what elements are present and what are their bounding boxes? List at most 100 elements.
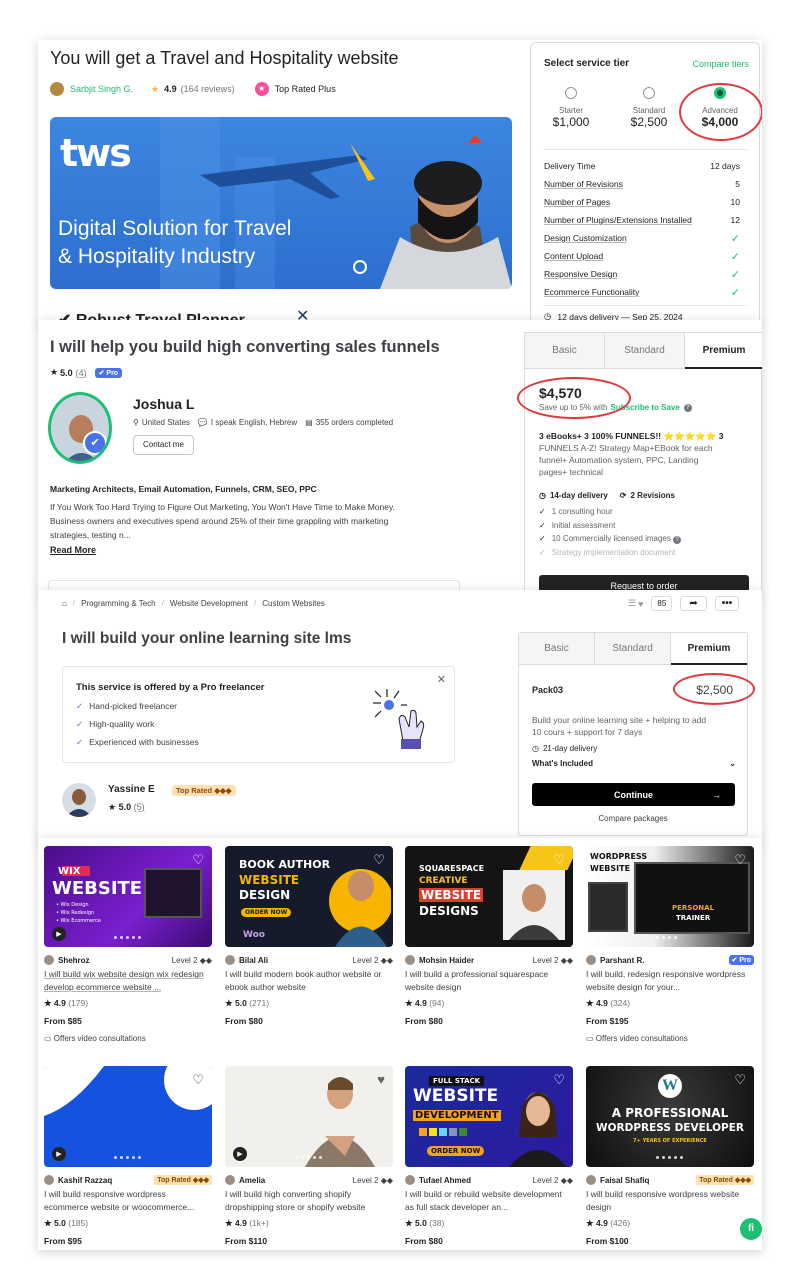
seller-name[interactable]: Sarbjit Singh G. xyxy=(70,84,133,94)
feature-row[interactable]: Responsive Design ✓ xyxy=(544,265,740,283)
gig-card[interactable]: ▶ ♥ Amelia Level 2 ◆◆ I will build high c… xyxy=(225,1066,393,1250)
heart-icon[interactable]: ♡ xyxy=(734,1072,746,1088)
gig-thumbnail[interactable]: WIX WEBSITE • Wix Design • Wix Redesign … xyxy=(44,846,212,947)
play-icon[interactable]: ▶ xyxy=(52,1147,66,1161)
seller-name[interactable]: Parshant R. xyxy=(600,956,644,965)
gig-thumbnail[interactable]: ▶ ♡ xyxy=(44,1066,212,1167)
gig-card[interactable]: WORDPRESS WEBSITE PERSONAL TRAINER ♡ Par… xyxy=(586,846,754,1056)
compare-tiers-link[interactable]: Compare tiers xyxy=(692,59,749,69)
gig-thumbnail[interactable]: FULL STACK WEBSITE DEVELOPMENT ORDER NOW… xyxy=(405,1066,573,1167)
share-button[interactable]: ➦ xyxy=(680,596,707,611)
seller-name[interactable]: Shehroz xyxy=(58,956,90,965)
info-icon[interactable]: ? xyxy=(683,403,692,412)
avatar[interactable] xyxy=(405,955,415,965)
gig-panel-travel: You will get a Travel and Hospitality we… xyxy=(38,40,762,325)
tab-basic[interactable]: Basic xyxy=(525,333,605,369)
heart-icon[interactable]: ♡ xyxy=(373,852,385,868)
reviews-count[interactable]: (164 reviews) xyxy=(181,84,235,94)
gig-title[interactable]: I will build a professional squarespace … xyxy=(405,968,573,994)
gig-title[interactable]: I will build or rebuild website developm… xyxy=(405,1188,573,1214)
feature-row[interactable]: Ecommerce Functionality ✓ xyxy=(544,283,740,301)
seller-name[interactable]: Mohsin Haider xyxy=(419,956,474,965)
gig-card[interactable]: SQUARESPACE CREATIVE WEBSITE DESIGNS ♡ M… xyxy=(405,846,573,1056)
avatar[interactable]: ✔ xyxy=(48,392,112,464)
gig-thumbnail[interactable]: SQUARESPACE CREATIVE WEBSITE DESIGNS ♡ xyxy=(405,846,573,947)
read-more-link[interactable]: Read More xyxy=(50,545,96,555)
continue-button[interactable]: Continue → xyxy=(532,783,735,806)
gig-thumbnail[interactable]: ▶ ♥ xyxy=(225,1066,393,1167)
gig-price: From $80 xyxy=(225,1016,263,1026)
play-icon[interactable]: ▶ xyxy=(52,927,66,941)
heart-icon[interactable]: ♡ xyxy=(553,852,565,868)
thumb-text: DEVELOPMENT xyxy=(413,1110,501,1121)
list-icon[interactable]: ☰ xyxy=(628,598,636,609)
tier-standard[interactable]: Standard $2,500 xyxy=(619,87,679,129)
heart-icon[interactable]: ♥ xyxy=(377,1072,385,1087)
gig-banner[interactable]: tws Digital Solution for Travel & Hospit… xyxy=(50,117,512,289)
fiverr-chat-button[interactable]: fi xyxy=(740,1218,762,1240)
more-button[interactable]: ••• xyxy=(714,596,740,611)
contact-button[interactable]: Contact me xyxy=(133,435,194,455)
avatar[interactable] xyxy=(405,1175,415,1185)
seller-name[interactable]: Yassine E xyxy=(108,784,155,795)
tab-standard[interactable]: Standard xyxy=(605,333,685,369)
feature-row[interactable]: Number of Revisions 5 xyxy=(544,175,740,193)
avatar[interactable] xyxy=(586,1175,596,1185)
pro-hand-illustration xyxy=(373,689,425,749)
tier-box-title: Select service tier xyxy=(544,58,630,69)
gig-card[interactable]: FULL STACK WEBSITE DEVELOPMENT ORDER NOW… xyxy=(405,1066,573,1250)
play-icon[interactable]: ▶ xyxy=(233,1147,247,1161)
heart-icon[interactable]: ♡ xyxy=(734,852,746,868)
close-icon[interactable]: ✕ xyxy=(437,673,446,686)
whats-included-toggle[interactable]: What's Included ⌄ xyxy=(532,759,736,768)
avatar[interactable] xyxy=(62,783,96,817)
avatar[interactable] xyxy=(44,955,54,965)
feature-row[interactable]: Number of Pages 10 xyxy=(544,193,740,211)
radio-button[interactable] xyxy=(643,87,655,99)
rating-count[interactable]: (4) xyxy=(76,368,87,378)
gig-card[interactable]: WIX WEBSITE • Wix Design • Wix Redesign … xyxy=(44,846,212,1056)
heart-icon[interactable]: ♡ xyxy=(192,1072,204,1088)
seller-name[interactable]: Bilal Ali xyxy=(239,956,268,965)
gig-title[interactable]: I will build high converting shopify dro… xyxy=(225,1188,393,1214)
gig-title[interactable]: I will build modern book author website … xyxy=(225,968,393,994)
heart-icon[interactable]: ♥ xyxy=(638,599,643,609)
gig-thumbnail[interactable]: W A PROFESSIONAL WORDPRESS DEVELOPER 7+ … xyxy=(586,1066,754,1167)
gig-title[interactable]: I will build wix website design wix rede… xyxy=(44,968,212,994)
gig-card[interactable]: W A PROFESSIONAL WORDPRESS DEVELOPER 7+ … xyxy=(586,1066,754,1250)
gig-thumbnail[interactable]: BOOK AUTHOR WEBSITE DESIGN ORDER NOW Woo… xyxy=(225,846,393,947)
gig-title[interactable]: I will build responsive wordpress websit… xyxy=(586,1188,754,1214)
seller-name[interactable]: Kashif Razzaq xyxy=(58,1176,112,1185)
compare-packages-link[interactable]: Compare packages xyxy=(519,814,747,823)
breadcrumb-item[interactable]: Programming & Tech xyxy=(81,599,156,608)
breadcrumb-item[interactable]: Custom Websites xyxy=(262,599,325,608)
avatar[interactable] xyxy=(225,1175,235,1185)
gig-thumbnail[interactable]: WORDPRESS WEBSITE PERSONAL TRAINER ♡ xyxy=(586,846,754,947)
home-icon[interactable]: ⌂ xyxy=(62,599,67,608)
gig-title[interactable]: I will build, redesign responsive wordpr… xyxy=(586,968,754,994)
feature-row[interactable]: Design Customization ✓ xyxy=(544,229,740,247)
breadcrumb-item[interactable]: Website Development xyxy=(170,599,248,608)
heart-icon[interactable]: ♡ xyxy=(192,852,204,868)
tab-premium[interactable]: Premium xyxy=(671,633,747,665)
tab-basic[interactable]: Basic xyxy=(519,633,595,665)
heart-icon[interactable]: ♡ xyxy=(553,1072,565,1088)
tier-starter[interactable]: Starter $1,000 xyxy=(541,87,601,129)
gig-card[interactable]: ▶ ♡ Kashif Razzaq Top Rated ◆◆◆ I will bu… xyxy=(44,1066,212,1250)
seller-name[interactable]: Amelia xyxy=(239,1176,265,1185)
seller-name[interactable]: Joshua L xyxy=(133,396,194,412)
avatar[interactable] xyxy=(225,955,235,965)
feature-row[interactable]: Content Upload ✓ xyxy=(544,247,740,265)
avatar[interactable] xyxy=(44,1175,54,1185)
feature-row[interactable]: Number of Plugins/Extensions Installed 12 xyxy=(544,211,740,229)
avatar[interactable] xyxy=(50,82,64,96)
rating-count[interactable]: (5) xyxy=(134,802,145,812)
seller-name[interactable]: Faisal Shafiq xyxy=(600,1176,649,1185)
tab-premium[interactable]: Premium xyxy=(685,333,762,369)
avatar[interactable] xyxy=(586,955,596,965)
gig-title[interactable]: I will build responsive wordpress ecomme… xyxy=(44,1188,212,1214)
seller-name[interactable]: Tufael Ahmed xyxy=(419,1176,471,1185)
radio-button[interactable] xyxy=(565,87,577,99)
gig-card[interactable]: BOOK AUTHOR WEBSITE DESIGN ORDER NOW Woo… xyxy=(225,846,393,1056)
tab-standard[interactable]: Standard xyxy=(595,633,671,665)
